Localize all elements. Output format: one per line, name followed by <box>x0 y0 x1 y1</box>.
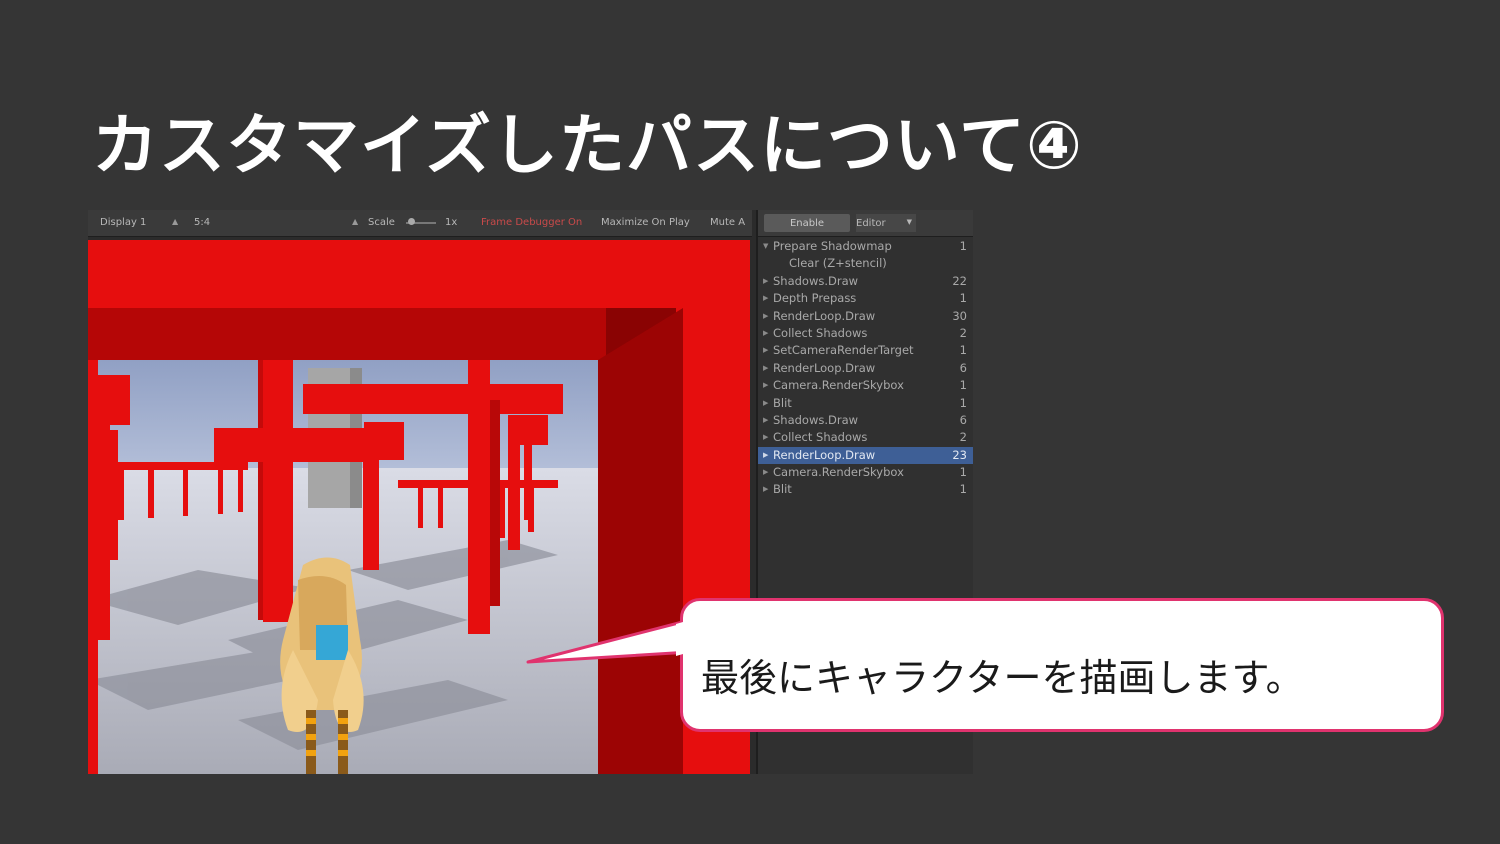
callout-bubble: 最後にキャラクターを描画します。 <box>680 598 1444 732</box>
callout-text: 最後にキャラクターを描画します。 <box>701 656 1304 700</box>
